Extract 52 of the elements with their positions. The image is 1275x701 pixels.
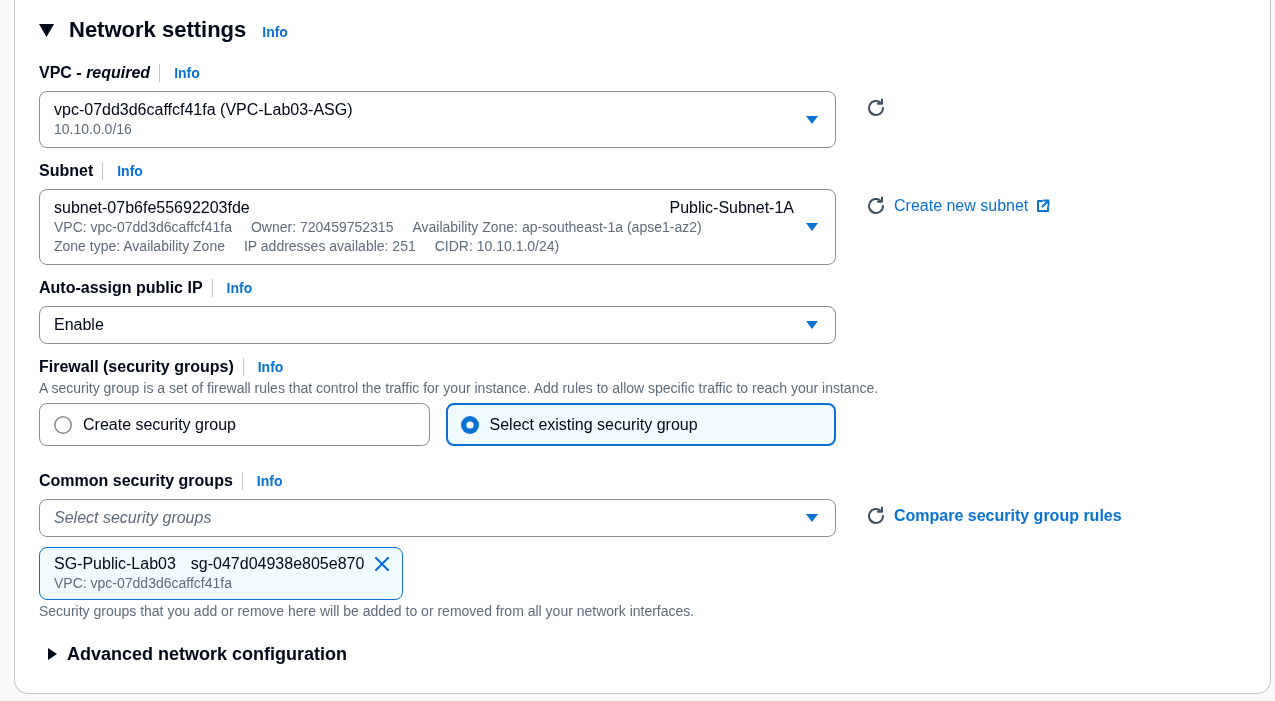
refresh-button[interactable] [866, 506, 886, 526]
refresh-icon [866, 196, 886, 216]
option-detail: Zone type: Availability Zone [54, 237, 225, 256]
refresh-button[interactable] [866, 98, 886, 118]
close-icon [374, 556, 391, 572]
info-link[interactable]: Info [256, 472, 283, 490]
action-link[interactable]: Create new subnet [894, 196, 1051, 216]
section-header-toggle[interactable]: Network settings [39, 16, 247, 44]
token-detail: VPC: vpc-07dd3d6caffcf41fa [54, 574, 233, 593]
caret-down-icon [806, 223, 818, 231]
option-detail: 10.10.0.0/16 [54, 120, 132, 139]
option-tag: Public-Subnet-1A [669, 198, 794, 218]
dropdown[interactable] [39, 189, 836, 265]
refresh-icon [866, 98, 886, 118]
option-detail: VPC: vpc-07dd3d6caffcf41fa [54, 218, 232, 237]
dropdown[interactable]: Select security groups [39, 499, 836, 537]
caret-down-icon [806, 514, 818, 522]
option-detail: Availability Zone: ap-southeast-1a (apse1-az2) [412, 218, 702, 237]
field-label: Firewall (security groups) [39, 357, 234, 377]
refresh-icon [866, 506, 886, 526]
option-detail: IP addresses available: 251 [243, 237, 416, 256]
info-link[interactable]: Info [257, 358, 284, 376]
radio-button[interactable] [460, 415, 479, 434]
radio-tile[interactable]: Create security group [39, 403, 430, 446]
caret-down-icon [806, 115, 818, 124]
field-label: VPC - required [39, 63, 151, 83]
dropdown-value: vpc-07dd3d6caffcf41fa (VPC-Lab03-ASG) [54, 100, 353, 120]
field-label: Auto-assign public IP [39, 278, 203, 298]
token-id: sg-047d04938e805e870 [190, 554, 365, 574]
dropdown-value: subnet-07b6fe55692203fde [54, 198, 250, 218]
refresh-button[interactable] [866, 196, 886, 216]
advanced-section-toggle[interactable]: Advanced network configuration [39, 642, 348, 666]
remove-button[interactable] [374, 554, 391, 572]
dropdown-value: Enable [54, 315, 104, 335]
dropdown-placeholder: Select security groups [54, 508, 212, 528]
field-help-text: Security groups that you add or remove here will be added to or removed from all your network interfaces. [39, 603, 696, 620]
info-link[interactable]: Info [226, 279, 253, 297]
field-label: Subnet [39, 161, 94, 181]
option-detail: Owner: 720459752315 [250, 218, 394, 237]
info-link[interactable]: Info [174, 64, 200, 82]
field-description: A security group is a set of firewall rules that control the traffic for your instance. Add rules to allow specific traffic to reach your instance. [39, 380, 880, 397]
option-detail: CIDR: 10.10.1.0/24) [434, 237, 560, 256]
radio-tile[interactable]: Select existing security group [445, 403, 836, 446]
info-link[interactable]: Info [262, 23, 288, 41]
info-link[interactable]: Info [117, 162, 143, 180]
field-label: Common security groups [39, 471, 233, 491]
radio-button[interactable] [54, 415, 72, 434]
token-name: SG-Public-Lab03 [54, 554, 176, 574]
dropdown[interactable]: vpc-07dd3d6caffcf41fa (VPC-Lab03-ASG) 10.10.0.0/16 [39, 91, 836, 148]
caret-down-icon [806, 321, 818, 329]
dropdown[interactable]: Enable [39, 306, 836, 344]
action-button[interactable]: Compare security group rules [894, 506, 1122, 526]
